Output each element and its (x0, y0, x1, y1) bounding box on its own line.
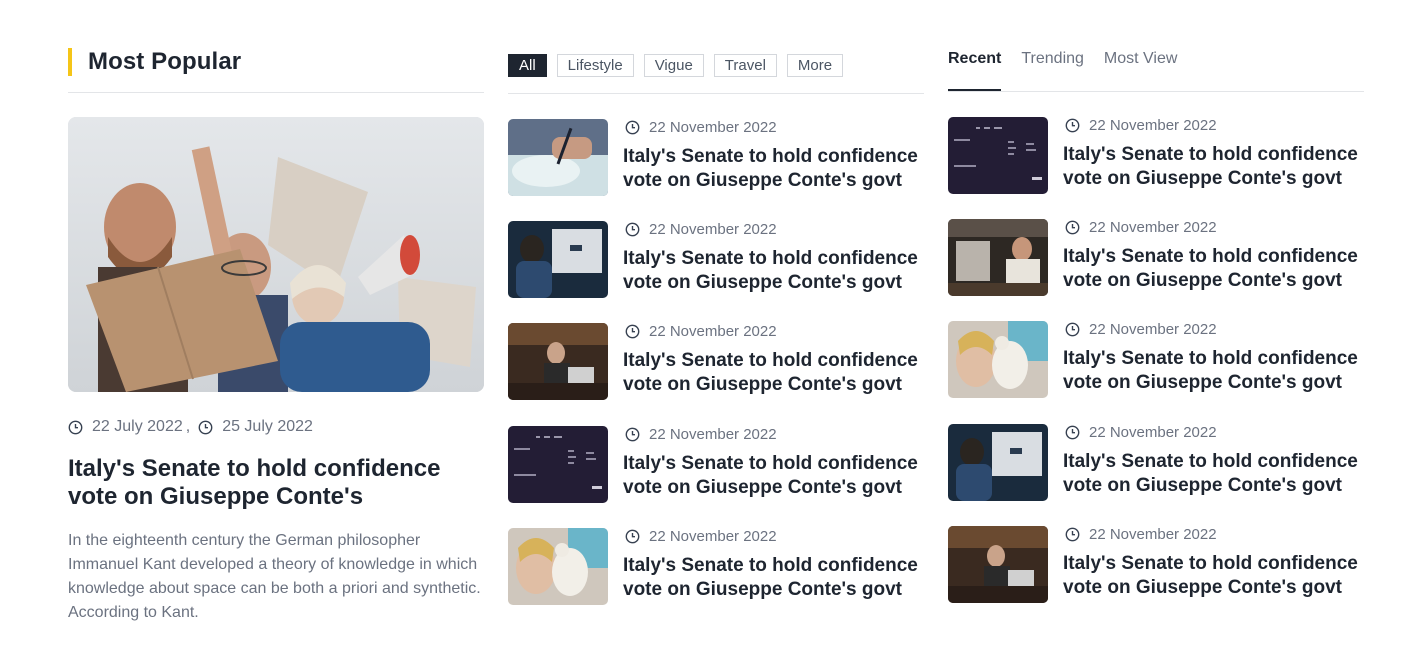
article-title-link[interactable]: Italy's Senate to hold confidence vote o… (623, 349, 933, 397)
list-item[interactable]: 22 November 2022 Italy's Senate to hold c… (508, 322, 924, 402)
article-date-text: 22 November 2022 (649, 323, 777, 340)
category-filters: All Lifestyle Vigue Travel More (508, 54, 853, 77)
article-thumbnail[interactable] (948, 424, 1048, 501)
article-thumbnail[interactable] (948, 117, 1048, 194)
article-title-link[interactable]: Italy's Senate to hold confidence vote o… (623, 145, 933, 193)
clock-icon (625, 529, 640, 544)
list-item[interactable]: 22 November 2022 Italy's Senate to hold c… (948, 423, 1364, 503)
protest-photo (68, 117, 484, 392)
filter-lifestyle[interactable]: Lifestyle (556, 54, 634, 77)
tab-recent[interactable]: Recent (948, 50, 1002, 92)
list-item[interactable]: 22 November 2022 Italy's Senate to hold c… (508, 527, 924, 607)
article-date: 22 November 2022 (625, 528, 777, 545)
article-date-text: 22 November 2022 (649, 426, 777, 443)
divider (68, 92, 484, 93)
article-thumbnail[interactable] (508, 426, 608, 503)
article-date: 22 November 2022 (1065, 219, 1217, 236)
tab-most-view[interactable]: Most View (1104, 50, 1178, 92)
section-tabs: Recent Trending Most View (948, 50, 1197, 92)
clock-icon (1065, 220, 1080, 235)
section-title: Most Popular (88, 48, 242, 75)
hero-description: In the eighteenth century the German phi… (68, 532, 481, 621)
list-item[interactable]: 22 November 2022 Italy's Senate to hold c… (948, 320, 1364, 400)
filter-all[interactable]: All (508, 54, 547, 77)
clock-icon (625, 324, 640, 339)
article-date-text: 22 November 2022 (649, 119, 777, 136)
article-date-text: 22 November 2022 (1089, 526, 1217, 543)
hero-title-link[interactable]: Italy's Senate to hold confidence vote o… (68, 455, 484, 511)
hero-date-end: 25 July 2022 (222, 418, 313, 435)
clock-icon (1065, 118, 1080, 133)
article-title-link[interactable]: Italy's Senate to hold confidence vote o… (1063, 143, 1373, 191)
clock-icon (625, 427, 640, 442)
article-date-text: 22 November 2022 (649, 528, 777, 545)
article-date: 22 November 2022 (625, 119, 777, 136)
article-date: 22 November 2022 (1065, 526, 1217, 543)
clock-icon (198, 420, 213, 435)
article-thumbnail[interactable] (948, 219, 1048, 296)
article-title-link[interactable]: Italy's Senate to hold confidence vote o… (623, 554, 933, 602)
article-date-text: 22 November 2022 (1089, 424, 1217, 441)
article-date: 22 November 2022 (1065, 424, 1217, 441)
hero-dates: 22 July 2022 , 25 July 2022 (68, 418, 313, 436)
article-date: 22 November 2022 (625, 426, 777, 443)
article-date: 22 November 2022 (1065, 117, 1217, 134)
article-title-link[interactable]: Italy's Senate to hold confidence vote o… (1063, 552, 1373, 600)
article-date: 22 November 2022 (1065, 321, 1217, 338)
article-title-link[interactable]: Italy's Senate to hold confidence vote o… (1063, 347, 1373, 395)
article-thumbnail[interactable] (948, 321, 1048, 398)
list-item[interactable]: 22 November 2022 Italy's Senate to hold c… (948, 218, 1364, 298)
filter-vigue[interactable]: Vigue (643, 54, 704, 77)
article-title-link[interactable]: Italy's Senate to hold confidence vote o… (623, 247, 933, 295)
article-date: 22 November 2022 (625, 221, 777, 238)
article-thumbnail[interactable] (948, 526, 1048, 603)
article-thumbnail[interactable] (508, 221, 608, 298)
filter-more[interactable]: More (786, 54, 844, 77)
article-thumbnail[interactable] (508, 323, 608, 400)
section-header: Most Popular (68, 48, 241, 76)
hero-image[interactable] (68, 117, 484, 392)
clock-icon (68, 420, 83, 435)
hero-date-start: 22 July 2022 (92, 418, 183, 435)
article-title-link[interactable]: Italy's Senate to hold confidence vote o… (1063, 245, 1373, 293)
article-thumbnail[interactable] (508, 119, 608, 196)
clock-icon (1065, 322, 1080, 337)
article-date-text: 22 November 2022 (1089, 321, 1217, 338)
list-item[interactable]: 22 November 2022 Italy's Senate to hold c… (948, 525, 1364, 605)
date-separator: , (185, 418, 191, 435)
divider (948, 91, 1364, 92)
article-title-link[interactable]: Italy's Senate to hold confidence vote o… (623, 452, 933, 500)
divider (508, 93, 924, 94)
clock-icon (625, 120, 640, 135)
filter-travel[interactable]: Travel (713, 54, 777, 77)
clock-icon (1065, 527, 1080, 542)
clock-icon (1065, 425, 1080, 440)
article-title-link[interactable]: Italy's Senate to hold confidence vote o… (1063, 450, 1373, 498)
list-item[interactable]: 22 November 2022 Italy's Senate to hold c… (508, 425, 924, 505)
article-date-text: 22 November 2022 (649, 221, 777, 238)
article-date-text: 22 November 2022 (1089, 117, 1217, 134)
tab-trending[interactable]: Trending (1021, 50, 1084, 92)
article-date: 22 November 2022 (625, 323, 777, 340)
list-item[interactable]: 22 November 2022 Italy's Senate to hold c… (508, 220, 924, 300)
article-thumbnail[interactable] (508, 528, 608, 605)
list-item[interactable]: 22 November 2022 Italy's Senate to hold c… (508, 118, 924, 198)
article-date-text: 22 November 2022 (1089, 219, 1217, 236)
list-item[interactable]: 22 November 2022 Italy's Senate to hold c… (948, 116, 1364, 196)
accent-bar (68, 48, 72, 76)
clock-icon (625, 222, 640, 237)
